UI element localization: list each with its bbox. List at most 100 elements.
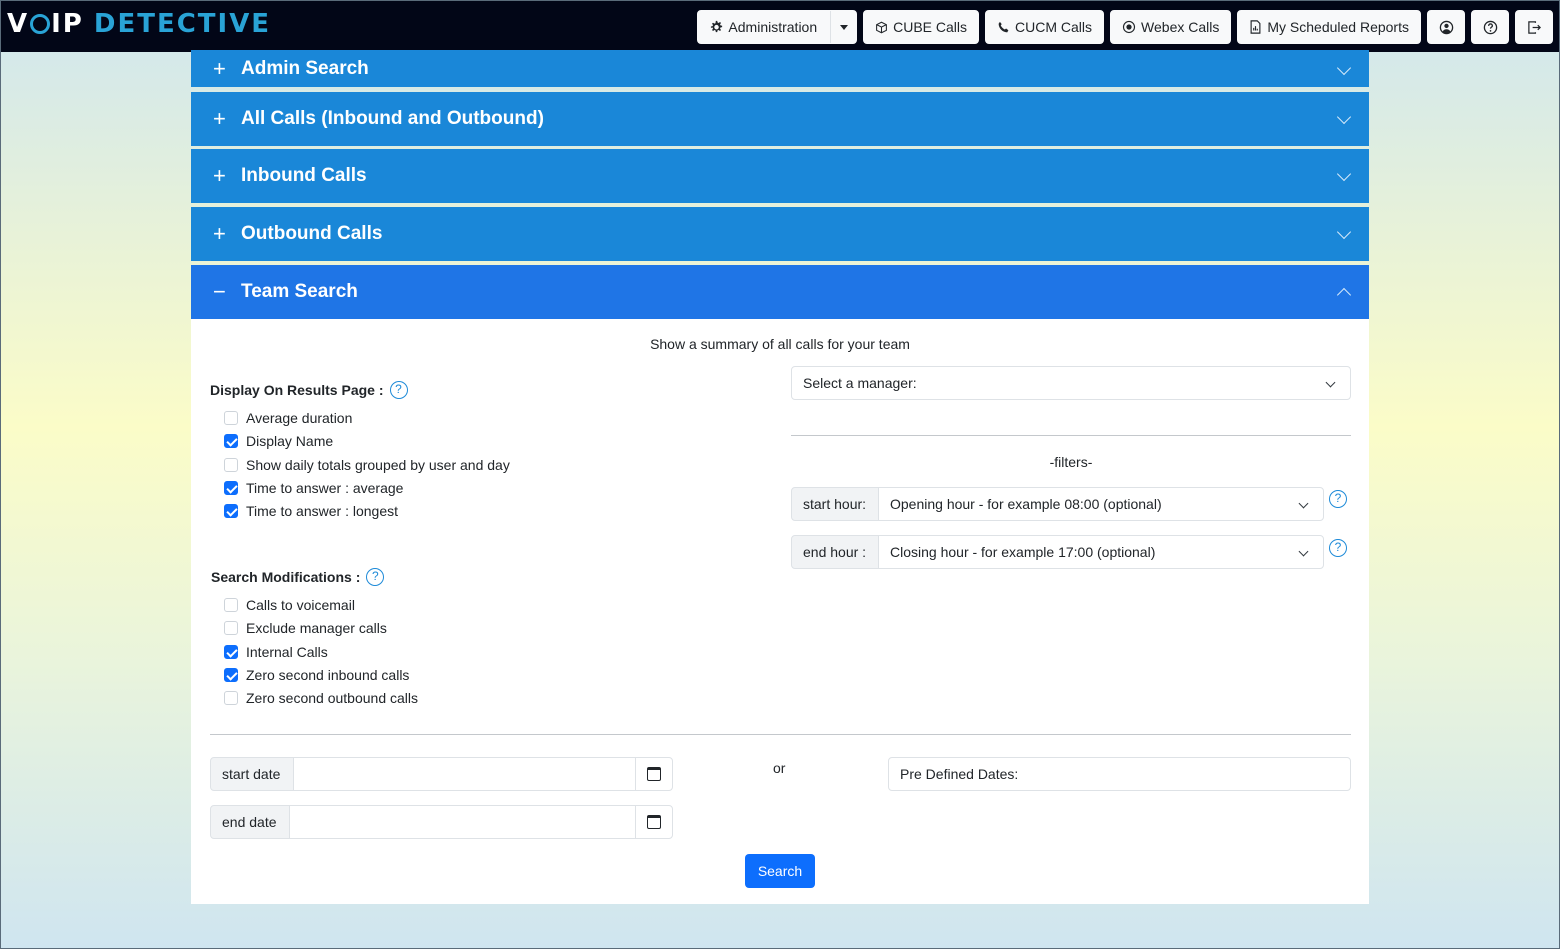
accordion-team-search[interactable]: − Team Search (191, 265, 1369, 319)
caret-down-icon (839, 24, 848, 30)
team-summary-text: Show a summary of all calls for your tea… (650, 336, 910, 352)
checkbox-label: Time to answer : average (246, 479, 404, 496)
checkbox-unchecked[interactable] (224, 621, 238, 636)
checkbox-checked[interactable] (224, 434, 238, 449)
checkbox-label: Display Name (246, 433, 334, 450)
gear-icon (711, 20, 723, 33)
checkbox-row[interactable]: Average duration (224, 410, 352, 426)
end-date-calendar-button[interactable] (635, 805, 673, 839)
cube-calls-button[interactable]: CUBE Calls (863, 10, 980, 44)
checkbox-unchecked[interactable] (224, 598, 238, 612)
start-hour-label: start hour: (791, 487, 879, 521)
profile-button[interactable] (1427, 10, 1465, 44)
checkbox-row[interactable]: Exclude manager calls (224, 620, 387, 636)
team-search-panel: Show a summary of all calls for your tea… (191, 319, 1369, 904)
accordion-inbound-calls[interactable]: + Inbound Calls (191, 149, 1369, 203)
accordion-title: Admin Search (241, 57, 369, 79)
search-accordion: + Admin Search + All Calls (Inbound and … (191, 50, 1369, 904)
accordion-title: Team Search (241, 281, 358, 302)
checkbox-row[interactable]: Display Name (224, 433, 333, 449)
help-icon[interactable]: ? (366, 568, 385, 586)
checkbox-unchecked[interactable] (224, 691, 238, 706)
start-hour-value: Opening hour - for example 08:00 (option… (890, 496, 1162, 512)
search-button[interactable]: Search (745, 854, 815, 888)
checkbox-row[interactable]: Time to answer : average (224, 480, 403, 496)
chevron-down-icon (1298, 546, 1309, 557)
administration-caret[interactable] (830, 11, 856, 43)
start-date-label: start date (210, 757, 294, 791)
predefined-dates-value: Pre Defined Dates: (900, 766, 1019, 782)
minus-icon: − (213, 279, 226, 304)
help-icon[interactable]: ? (389, 381, 408, 399)
calendar-icon (647, 815, 661, 829)
cucm-calls-label: CUCM Calls (1015, 19, 1093, 35)
brand-logo[interactable]: V IP DETECTIVE (7, 9, 271, 39)
checkbox-row[interactable]: Internal Calls (224, 644, 328, 660)
chevron-down-icon (1325, 377, 1336, 388)
cucm-calls-button[interactable]: CUCM Calls (985, 10, 1105, 44)
checkbox-label: Zero second outbound calls (246, 690, 418, 707)
end-hour-select[interactable]: Closing hour - for example 17:00 (option… (878, 535, 1324, 569)
checkbox-unchecked[interactable] (224, 457, 238, 472)
filters-label: -filters- (1049, 454, 1093, 470)
manager-select[interactable]: Select a manager: (791, 366, 1351, 400)
or-label: or (773, 760, 786, 776)
checkbox-row[interactable]: Time to answer : longest (224, 503, 398, 519)
help-icon[interactable]: ? (1329, 539, 1347, 557)
accordion-outbound-calls[interactable]: + Outbound Calls (191, 207, 1369, 261)
plus-icon: + (213, 163, 226, 188)
start-date-calendar-button[interactable] (635, 757, 673, 791)
checkbox-row[interactable]: Show daily totals grouped by user and da… (224, 457, 510, 473)
question-circle-icon (1483, 20, 1497, 34)
box-icon (876, 21, 888, 33)
checkbox-label: Show daily totals grouped by user and da… (246, 456, 510, 473)
checkbox-checked[interactable] (224, 667, 238, 682)
divider (210, 734, 1351, 735)
search-modifications-title: Search Modifications : ? (211, 568, 385, 586)
start-hour-select[interactable]: Opening hour - for example 08:00 (option… (878, 487, 1324, 521)
help-icon[interactable]: ? (1329, 490, 1347, 508)
checkbox-unchecked[interactable] (224, 411, 238, 425)
display-options-label: Display On Results Page : (210, 382, 384, 398)
display-options-title: Display On Results Page : ? (210, 381, 408, 399)
plus-icon: + (213, 221, 226, 246)
checkbox-checked[interactable] (224, 480, 238, 495)
accordion-admin-search[interactable]: + Admin Search (191, 50, 1369, 87)
checkbox-label: Internal Calls (246, 643, 328, 660)
chevron-down-icon (1336, 224, 1352, 244)
help-button[interactable] (1471, 10, 1509, 44)
user-circle-icon (1439, 20, 1453, 34)
scheduled-reports-button[interactable]: My Scheduled Reports (1237, 10, 1421, 44)
checkbox-label: Calls to voicemail (246, 597, 355, 613)
webex-calls-label: Webex Calls (1141, 19, 1220, 35)
predefined-dates-select[interactable]: Pre Defined Dates: (888, 757, 1351, 791)
end-date-input[interactable] (289, 805, 636, 839)
logout-icon (1527, 20, 1541, 34)
webex-calls-button[interactable]: Webex Calls (1110, 10, 1232, 44)
logo-o-icon (30, 14, 51, 34)
end-hour-value: Closing hour - for example 17:00 (option… (890, 544, 1156, 560)
chevron-down-icon (1298, 498, 1309, 509)
accordion-title: Inbound Calls (241, 165, 367, 186)
administration-label: Administration (728, 19, 818, 35)
checkbox-row[interactable]: Zero second inbound calls (224, 667, 409, 683)
plus-icon: + (213, 55, 226, 81)
scheduled-reports-label: My Scheduled Reports (1267, 19, 1409, 35)
checkbox-label: Time to answer : longest (246, 503, 398, 520)
administration-dropdown[interactable]: Administration (697, 10, 858, 44)
checkbox-checked[interactable] (224, 644, 238, 659)
checkbox-row[interactable]: Zero second outbound calls (224, 690, 418, 706)
phone-icon (998, 21, 1009, 32)
checkbox-row[interactable]: Calls to voicemail (224, 597, 355, 613)
checkbox-checked[interactable] (224, 504, 238, 519)
top-navbar: V IP DETECTIVE Administration CUBE Calls C… (1, 1, 1559, 52)
search-modifications-label: Search Modifications : (211, 569, 361, 585)
record-circle-icon (1122, 20, 1136, 34)
logout-button[interactable] (1515, 10, 1553, 44)
report-file-icon (1250, 20, 1261, 34)
plus-icon: + (213, 106, 226, 131)
accordion-title: All Calls (Inbound and Outbound) (241, 108, 544, 129)
checkbox-label: Exclude manager calls (246, 620, 387, 637)
accordion-all-calls[interactable]: + All Calls (Inbound and Outbound) (191, 92, 1369, 146)
start-date-input[interactable] (293, 757, 636, 791)
